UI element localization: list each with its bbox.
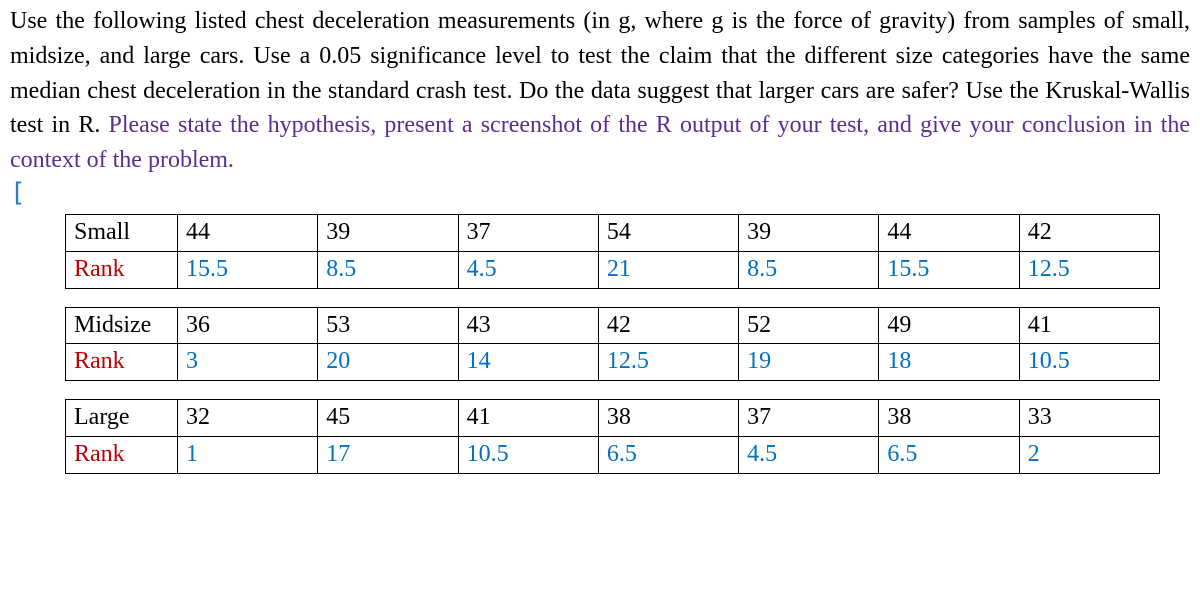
- value-cell: 54: [598, 214, 738, 251]
- rank-cell: 14: [458, 344, 598, 381]
- value-cell: 32: [178, 400, 318, 437]
- table-row: Midsize 36 53 43 42 52 49 41: [66, 307, 1160, 344]
- rank-cell: 6.5: [598, 436, 738, 473]
- value-cell: 42: [1019, 214, 1159, 251]
- rank-cell: 8.5: [318, 251, 458, 288]
- text-cursor-marker: [: [10, 180, 1190, 206]
- value-cell: 39: [318, 214, 458, 251]
- value-cell: 42: [598, 307, 738, 344]
- problem-statement: Use the following listed chest decelerat…: [10, 4, 1190, 178]
- rank-cell: 19: [739, 344, 879, 381]
- rank-cell: 17: [318, 436, 458, 473]
- data-tables-container: Small 44 39 37 54 39 44 42 Rank 15.5 8.5…: [10, 214, 1190, 474]
- table-row: Rank 1 17 10.5 6.5 4.5 6.5 2: [66, 436, 1160, 473]
- rank-cell: 21: [598, 251, 738, 288]
- table-row: Rank 15.5 8.5 4.5 21 8.5 15.5 12.5: [66, 251, 1160, 288]
- value-cell: 38: [598, 400, 738, 437]
- rank-cell: 10.5: [1019, 344, 1159, 381]
- table-midsize: Midsize 36 53 43 42 52 49 41 Rank 3 20 1…: [65, 307, 1160, 382]
- rank-cell: 2: [1019, 436, 1159, 473]
- rank-cell: 4.5: [458, 251, 598, 288]
- value-cell: 37: [739, 400, 879, 437]
- value-cell: 41: [458, 400, 598, 437]
- rank-cell: 8.5: [739, 251, 879, 288]
- rank-cell: 15.5: [879, 251, 1019, 288]
- rank-cell: 6.5: [879, 436, 1019, 473]
- problem-text-instruction: Please state the hypothesis, present a s…: [10, 112, 1190, 173]
- rank-label: Rank: [66, 436, 178, 473]
- rank-cell: 18: [879, 344, 1019, 381]
- value-cell: 38: [879, 400, 1019, 437]
- rank-label: Rank: [66, 251, 178, 288]
- table-large: Large 32 45 41 38 37 38 33 Rank 1 17 10.…: [65, 399, 1160, 474]
- group-label: Large: [66, 400, 178, 437]
- table-small: Small 44 39 37 54 39 44 42 Rank 15.5 8.5…: [65, 214, 1160, 289]
- rank-cell: 20: [318, 344, 458, 381]
- value-cell: 39: [739, 214, 879, 251]
- value-cell: 36: [178, 307, 318, 344]
- value-cell: 45: [318, 400, 458, 437]
- value-cell: 53: [318, 307, 458, 344]
- value-cell: 52: [739, 307, 879, 344]
- rank-cell: 4.5: [739, 436, 879, 473]
- rank-cell: 12.5: [598, 344, 738, 381]
- value-cell: 37: [458, 214, 598, 251]
- table-row: Large 32 45 41 38 37 38 33: [66, 400, 1160, 437]
- rank-label: Rank: [66, 344, 178, 381]
- rank-cell: 10.5: [458, 436, 598, 473]
- table-row: Rank 3 20 14 12.5 19 18 10.5: [66, 344, 1160, 381]
- group-label: Small: [66, 214, 178, 251]
- value-cell: 49: [879, 307, 1019, 344]
- group-label: Midsize: [66, 307, 178, 344]
- rank-cell: 3: [178, 344, 318, 381]
- rank-cell: 1: [178, 436, 318, 473]
- value-cell: 43: [458, 307, 598, 344]
- rank-cell: 15.5: [178, 251, 318, 288]
- value-cell: 44: [178, 214, 318, 251]
- value-cell: 33: [1019, 400, 1159, 437]
- table-row: Small 44 39 37 54 39 44 42: [66, 214, 1160, 251]
- value-cell: 44: [879, 214, 1019, 251]
- rank-cell: 12.5: [1019, 251, 1159, 288]
- value-cell: 41: [1019, 307, 1159, 344]
